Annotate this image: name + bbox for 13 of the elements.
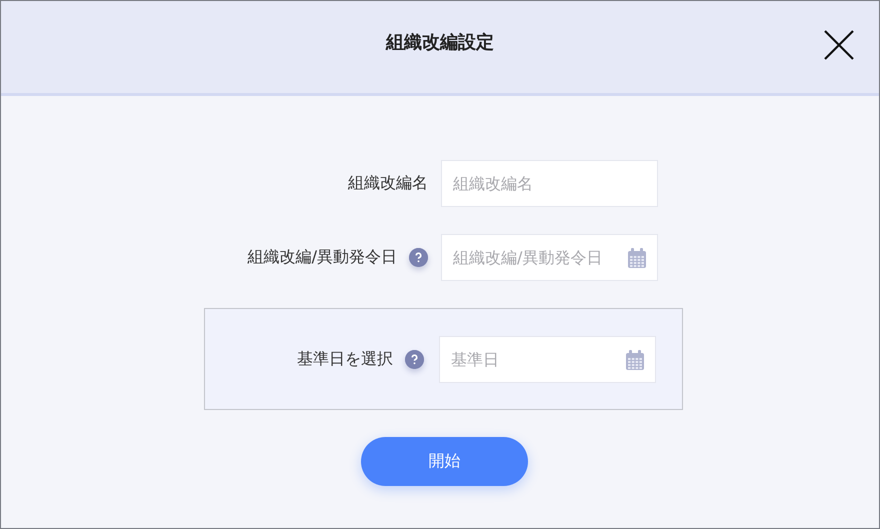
calendar-icon[interactable] [628, 248, 646, 268]
date-field[interactable]: 基準日 [439, 336, 656, 382]
calendar-icon[interactable] [626, 350, 644, 370]
field-label: 組織改編/異動発令日 [248, 247, 397, 268]
field-label: 組織改編名 [348, 173, 428, 194]
date-field[interactable]: 組織改編/異動発令日 [441, 234, 658, 281]
start-button[interactable]: 開始 [361, 437, 528, 486]
dialog-title: 組織改編設定 [386, 31, 494, 54]
input-field[interactable]: 組織改編名 [441, 160, 658, 207]
close-button[interactable] [823, 29, 855, 61]
field-label: 基準日を選択 [297, 348, 393, 370]
help-icon[interactable] [409, 248, 428, 267]
help-icon[interactable] [405, 350, 424, 368]
